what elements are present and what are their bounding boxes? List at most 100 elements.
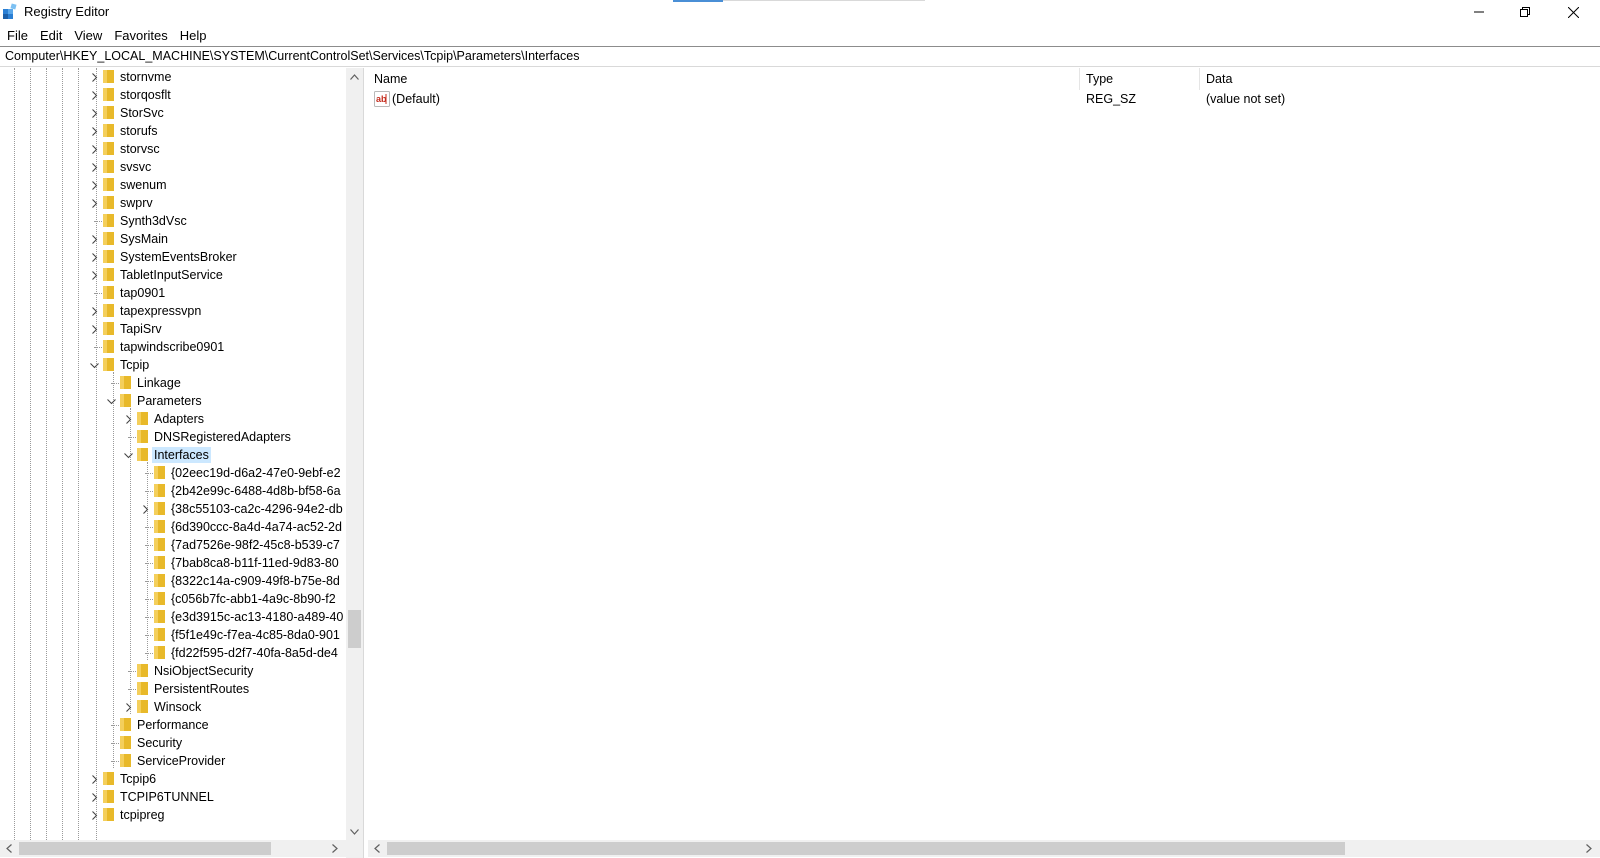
expand-chevron-down-icon[interactable] <box>88 359 100 371</box>
tree-node[interactable]: {f5f1e49c-f7ea-4c85-8da0-901 <box>0 626 346 644</box>
tree-node-label[interactable]: swenum <box>118 177 169 193</box>
value-row[interactable]: ab (Default) REG_SZ (value not set) <box>368 90 1600 108</box>
tree-node-label[interactable]: Winsock <box>152 699 203 715</box>
tree-node-label[interactable]: tap0901 <box>118 285 167 301</box>
tree-node[interactable]: {2b42e99c-6488-4d8b-bf58-6a <box>0 482 346 500</box>
tree-node-label[interactable]: {02eec19d-d6a2-47e0-9ebf-e2 <box>169 465 343 481</box>
tree-vertical-scrollbar[interactable] <box>346 68 363 840</box>
tree-node-label[interactable]: SystemEventsBroker <box>118 249 239 265</box>
expand-chevron-right-icon[interactable] <box>88 161 100 173</box>
expand-chevron-right-icon[interactable] <box>88 251 100 263</box>
tree-node-label[interactable]: Adapters <box>152 411 206 427</box>
tree-node-label[interactable]: Parameters <box>135 393 204 409</box>
tree-node[interactable]: {8322c14a-c909-49f8-b75e-8d <box>0 572 346 590</box>
tree-node[interactable]: tcpipreg <box>0 806 346 824</box>
tree-node[interactable]: Linkage <box>0 374 346 392</box>
expand-chevron-right-icon[interactable] <box>88 809 100 821</box>
tree-node-label[interactable]: DNSRegisteredAdapters <box>152 429 293 445</box>
tree-node[interactable]: tapwindscribe0901 <box>0 338 346 356</box>
column-header-data[interactable]: Data <box>1200 68 1600 90</box>
expand-chevron-right-icon[interactable] <box>88 89 100 101</box>
menu-favorites[interactable]: Favorites <box>113 28 168 43</box>
expand-chevron-right-icon[interactable] <box>88 71 100 83</box>
tree-node[interactable]: TapiSrv <box>0 320 346 338</box>
menu-edit[interactable]: Edit <box>39 28 63 43</box>
tree-node[interactable]: StorSvc <box>0 104 346 122</box>
tree-node-label[interactable]: TCPIP6TUNNEL <box>118 789 216 805</box>
tree-node-label[interactable]: {c056b7fc-abb1-4a9c-8b90-f2 <box>169 591 338 607</box>
expand-chevron-right-icon[interactable] <box>88 107 100 119</box>
expand-chevron-right-icon[interactable] <box>88 125 100 137</box>
tree-vscroll-thumb[interactable] <box>348 610 361 648</box>
scroll-right-arrow[interactable] <box>1580 840 1597 857</box>
tree-node[interactable]: PersistentRoutes <box>0 680 346 698</box>
tree-node[interactable]: SystemEventsBroker <box>0 248 346 266</box>
tree-node-label[interactable]: NsiObjectSecurity <box>152 663 255 679</box>
tree-node-label[interactable]: {7bab8ca8-b11f-11ed-9d83-80 <box>169 555 341 571</box>
minimize-button[interactable] <box>1456 0 1502 24</box>
tree-node[interactable]: Tcpip <box>0 356 346 374</box>
tree-node-label[interactable]: TabletInputService <box>118 267 225 283</box>
tree-node-label[interactable]: tapexpressvpn <box>118 303 203 319</box>
values-horizontal-scrollbar[interactable] <box>368 840 1600 857</box>
tree-node[interactable]: Interfaces <box>0 446 346 464</box>
tree-node[interactable]: {02eec19d-d6a2-47e0-9ebf-e2 <box>0 464 346 482</box>
tree-node-label[interactable]: Tcpip6 <box>118 771 158 787</box>
tree-node-label[interactable]: stornvme <box>118 69 173 85</box>
expand-chevron-right-icon[interactable] <box>88 773 100 785</box>
tree-node[interactable]: {c056b7fc-abb1-4a9c-8b90-f2 <box>0 590 346 608</box>
expand-chevron-right-icon[interactable] <box>122 701 134 713</box>
tree-node-label[interactable]: Security <box>135 735 184 751</box>
tree-horizontal-scrollbar[interactable] <box>0 840 346 857</box>
restore-button[interactable] <box>1502 0 1548 24</box>
tree-node[interactable]: SysMain <box>0 230 346 248</box>
tree-node-label[interactable]: svsvc <box>118 159 153 175</box>
tree-node-label[interactable]: storvsc <box>118 141 162 157</box>
tree-node[interactable]: Synth3dVsc <box>0 212 346 230</box>
expand-chevron-right-icon[interactable] <box>88 179 100 191</box>
tree-node-label[interactable]: Synth3dVsc <box>118 213 189 229</box>
column-header-name[interactable]: Name <box>368 68 1080 90</box>
expand-chevron-right-icon[interactable] <box>88 143 100 155</box>
tree-node[interactable]: Performance <box>0 716 346 734</box>
tree-node[interactable]: swprv <box>0 194 346 212</box>
expand-chevron-right-icon[interactable] <box>122 413 134 425</box>
tree-node-label[interactable]: {6d390ccc-8a4d-4a74-ac52-2d <box>169 519 344 535</box>
close-button[interactable] <box>1550 0 1596 24</box>
address-bar[interactable]: Computer\HKEY_LOCAL_MACHINE\SYSTEM\Curre… <box>0 46 1600 67</box>
expand-chevron-down-icon[interactable] <box>105 395 117 407</box>
tree-node-label[interactable]: {e3d3915c-ac13-4180-a489-40 <box>169 609 345 625</box>
tree-node[interactable]: {fd22f595-d2f7-40fa-8a5d-de4 <box>0 644 346 662</box>
expand-chevron-right-icon[interactable] <box>139 503 151 515</box>
scroll-right-arrow[interactable] <box>326 840 343 857</box>
tree-node-label[interactable]: Linkage <box>135 375 183 391</box>
tree-node-label[interactable]: Tcpip <box>118 357 151 373</box>
key-tree[interactable]: stornvme storqosflt StorSvc storufs storvsc s… <box>0 68 346 840</box>
tree-node-label[interactable]: {38c55103-ca2c-4296-94e2-db <box>169 501 345 517</box>
tree-node[interactable]: storufs <box>0 122 346 140</box>
expand-chevron-right-icon[interactable] <box>88 323 100 335</box>
tree-node[interactable]: NsiObjectSecurity <box>0 662 346 680</box>
tree-node-label[interactable]: TapiSrv <box>118 321 164 337</box>
tree-node[interactable]: {38c55103-ca2c-4296-94e2-db <box>0 500 346 518</box>
expand-chevron-right-icon[interactable] <box>88 305 100 317</box>
tree-node[interactable]: tapexpressvpn <box>0 302 346 320</box>
tree-node[interactable]: swenum <box>0 176 346 194</box>
tree-node[interactable]: {7bab8ca8-b11f-11ed-9d83-80 <box>0 554 346 572</box>
scroll-down-arrow[interactable] <box>346 823 363 840</box>
values-hscroll-thumb[interactable] <box>387 842 1345 855</box>
tree-node[interactable]: {e3d3915c-ac13-4180-a489-40 <box>0 608 346 626</box>
tree-node-label[interactable]: ServiceProvider <box>135 753 227 769</box>
tree-node[interactable]: stornvme <box>0 68 346 86</box>
tree-hscroll-thumb[interactable] <box>19 842 271 855</box>
tree-node[interactable]: TabletInputService <box>0 266 346 284</box>
column-header-type[interactable]: Type <box>1080 68 1200 90</box>
tree-node[interactable]: {7ad7526e-98f2-45c8-b539-c7 <box>0 536 346 554</box>
tree-node[interactable]: storvsc <box>0 140 346 158</box>
tree-node-label[interactable]: tcpipreg <box>118 807 166 823</box>
tree-node[interactable]: Security <box>0 734 346 752</box>
tree-node-label[interactable]: storqosflt <box>118 87 173 103</box>
tree-node[interactable]: Tcpip6 <box>0 770 346 788</box>
tree-node-label[interactable]: swprv <box>118 195 155 211</box>
tree-node-label[interactable]: Performance <box>135 717 211 733</box>
